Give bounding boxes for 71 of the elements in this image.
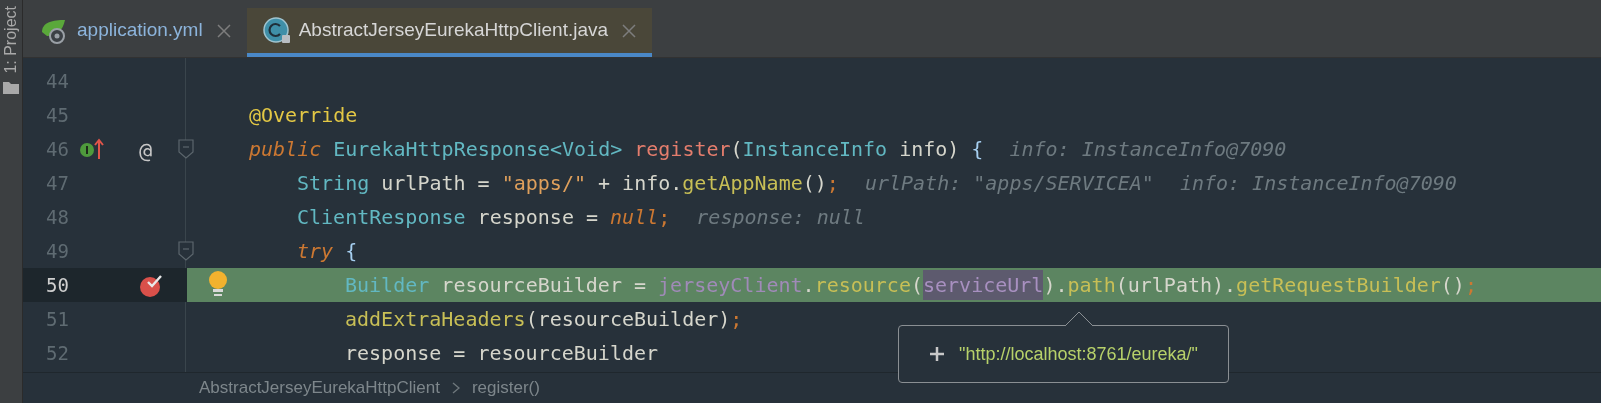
code-token: Builder	[345, 272, 430, 299]
project-tool-button[interactable]: 1: Project	[0, 6, 23, 74]
code-token: InstanceInfo	[742, 136, 888, 163]
code-token: addExtraHeaders	[345, 306, 526, 333]
editor-tab[interactable]: application.yml	[23, 8, 247, 57]
code-token: jerseyClient	[658, 272, 803, 299]
code-token: ;	[730, 306, 743, 333]
line-number: 51	[45, 306, 69, 332]
line-number: 47	[45, 170, 69, 196]
line-number: 50	[45, 272, 69, 298]
code-token: "apps/"	[501, 170, 586, 197]
chevron-icon	[451, 382, 460, 394]
code-token: (urlPath).	[1115, 272, 1237, 299]
code-token: String	[297, 170, 370, 197]
line-number: 45	[45, 102, 69, 128]
code-token: resource	[814, 272, 911, 299]
editor-tab[interactable]: AbstractJerseyEurekaHttpClient.java	[246, 8, 653, 57]
breakpoint-icon[interactable]	[139, 274, 163, 298]
code-token: {	[971, 136, 984, 163]
inline-value-hint: info: InstanceInfo@7090	[1009, 136, 1287, 163]
code-token: (	[910, 272, 923, 299]
breadcrumb-item[interactable]: AbstractJerseyEurekaHttpClient	[199, 375, 440, 401]
code-token: (	[730, 136, 743, 163]
code-token: (resourceBuilder)	[525, 306, 731, 333]
code-token: public	[249, 136, 322, 163]
close-icon[interactable]	[216, 23, 231, 38]
code-token: + info.	[597, 170, 683, 197]
line-number: 44	[45, 68, 69, 94]
code-token: info)	[898, 136, 960, 163]
code-token: ClientResponse	[297, 204, 466, 231]
line-number: 52	[45, 340, 69, 366]
code-token: EurekaHttpResponse<Void>	[333, 136, 623, 163]
code-token: path	[1067, 272, 1116, 299]
code-token: register	[634, 136, 731, 163]
inline-value-hint: urlPath: "apps/SERVICEA"	[864, 170, 1154, 197]
code-token: ;	[1464, 272, 1477, 299]
implements-arrow-icon[interactable]	[79, 138, 105, 160]
tab-label: application.yml	[77, 18, 203, 43]
folder-icon	[3, 79, 19, 94]
fold-icon[interactable]	[178, 139, 194, 159]
code-token: resourceBuilder =	[440, 272, 648, 299]
code-token: null	[610, 204, 659, 231]
code-token: response = resourceBuilder	[345, 340, 659, 367]
code-token: ;	[658, 204, 671, 231]
fold-icon[interactable]	[178, 241, 194, 261]
code-token: ()	[802, 170, 827, 197]
code-token: serviceUrl	[923, 270, 1044, 300]
inline-value-hint: response: null	[696, 204, 865, 231]
expand-plus-icon[interactable]	[929, 346, 945, 362]
tab-label: AbstractJerseyEurekaHttpClient.java	[298, 18, 609, 43]
code-token: try	[297, 238, 334, 265]
code-token: ()	[1440, 272, 1465, 299]
code-token: getRequestBuilder	[1236, 272, 1441, 299]
line-number: 48	[45, 204, 69, 230]
code-token: .	[802, 272, 815, 299]
code-token: response =	[476, 204, 600, 231]
code-token: ).	[1043, 272, 1068, 299]
value-text: "http://localhost:8761/eureka/"	[959, 342, 1198, 366]
line-number: 49	[45, 238, 69, 264]
code-token: urlPath =	[380, 170, 491, 197]
breadcrumb-item[interactable]: register()	[471, 375, 540, 401]
lightbulb-icon[interactable]	[207, 270, 229, 298]
inline-value-hint: info: InstanceInfo@7090	[1179, 170, 1457, 197]
class-icon	[262, 16, 291, 45]
annotation-marker[interactable]: @	[139, 134, 153, 167]
code-token: ;	[826, 170, 839, 197]
code-token: {	[345, 238, 358, 265]
code-token: @Override	[249, 102, 358, 129]
close-icon[interactable]	[622, 23, 637, 38]
line-number: 46	[45, 136, 69, 162]
code-token: getAppName	[682, 170, 803, 197]
